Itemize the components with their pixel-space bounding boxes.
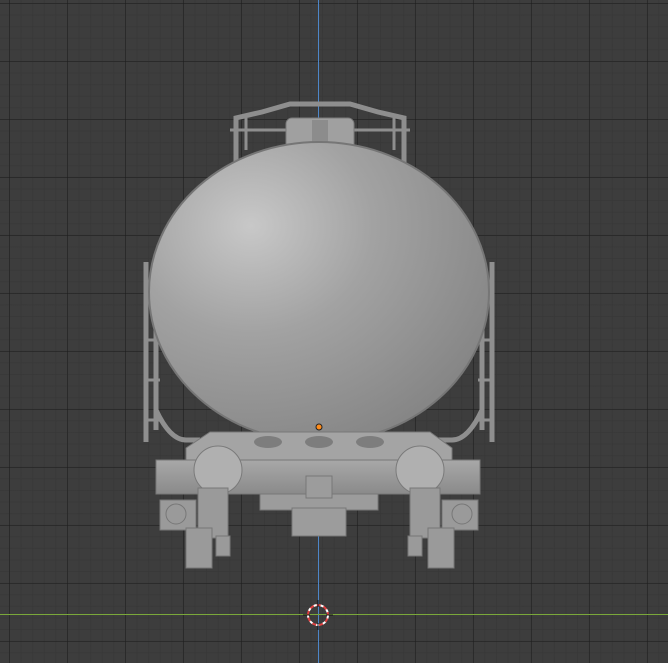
saddle-openings [254, 436, 384, 448]
tank-wagon-model[interactable] [0, 0, 668, 663]
3d-viewport[interactable] [0, 0, 668, 663]
object-origin-icon[interactable] [315, 423, 323, 431]
3d-cursor-icon[interactable] [303, 600, 333, 630]
tank-body [148, 141, 490, 443]
